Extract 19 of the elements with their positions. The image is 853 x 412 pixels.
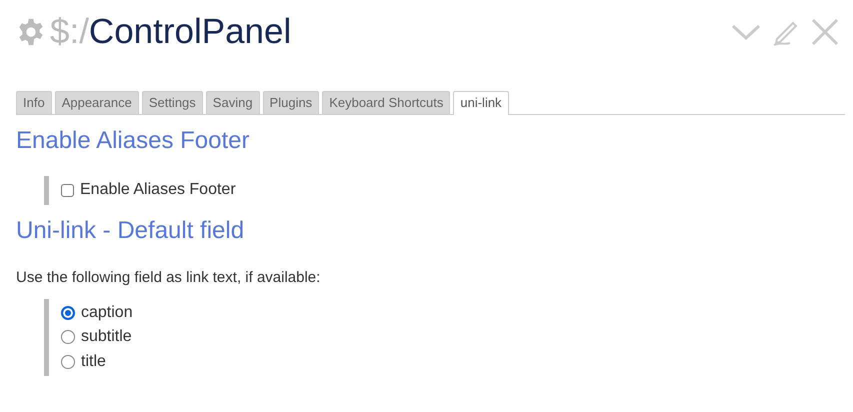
option-label: Enable Aliases Footer <box>80 181 236 200</box>
tab[interactable]: Appearance <box>54 91 139 114</box>
tab[interactable]: Info <box>16 91 52 114</box>
option-label: caption <box>81 304 133 322</box>
tab[interactable]: Plugins <box>262 91 320 114</box>
checkbox[interactable] <box>61 184 74 197</box>
section-heading: Enable Aliases Footer <box>16 127 250 156</box>
tab[interactable]: uni-link <box>453 91 509 115</box>
radio-button[interactable] <box>61 330 75 344</box>
radio-button[interactable] <box>61 354 75 369</box>
description-text: Use the following field as link text, if available: <box>16 268 322 286</box>
section-heading: Uni-link - Default field <box>16 216 246 246</box>
radio-button[interactable] <box>61 306 75 320</box>
option-label: subtitle <box>81 328 132 346</box>
tab[interactable]: Saving <box>206 91 260 114</box>
tab[interactable]: Keyboard Shortcuts <box>322 91 450 114</box>
option-label: title <box>81 352 106 371</box>
page-title: $:/ControlPanel <box>50 12 292 52</box>
tab[interactable]: Settings <box>142 91 203 114</box>
